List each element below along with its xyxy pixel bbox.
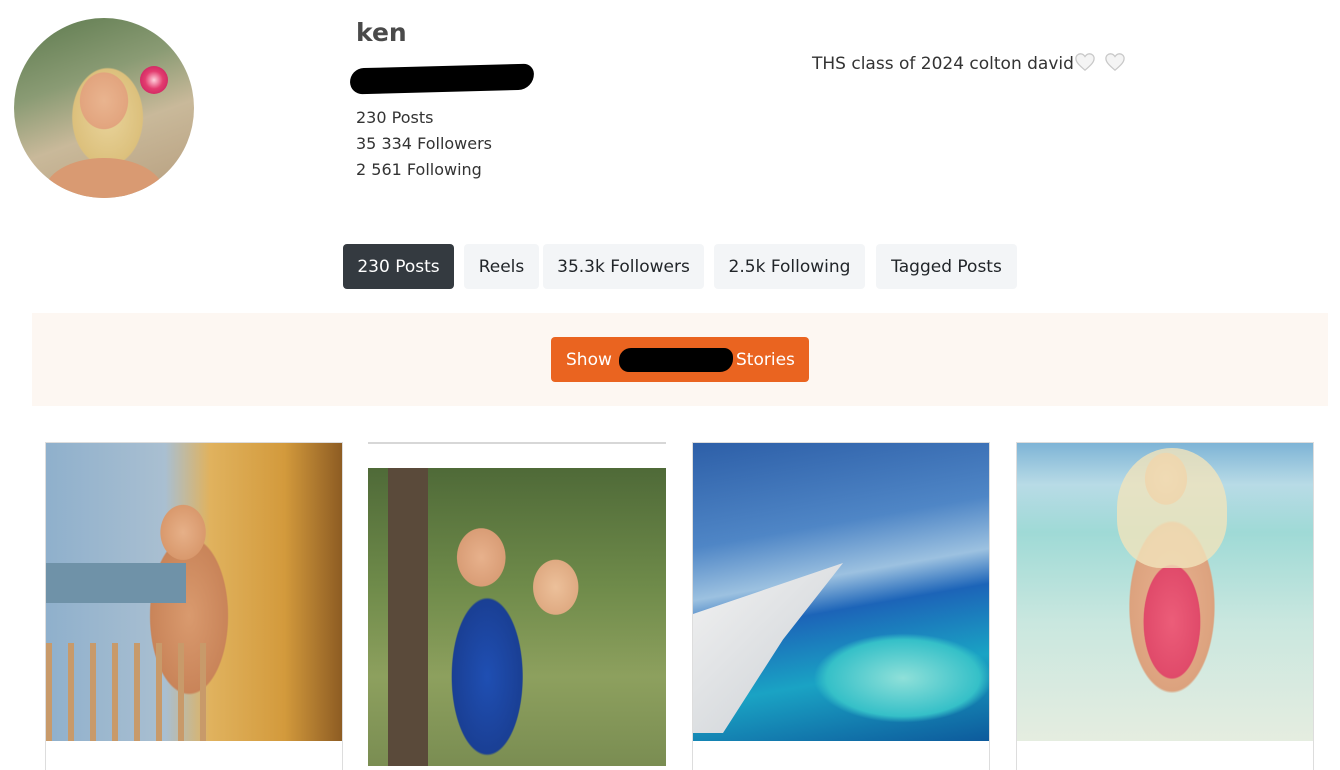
- tab-reels[interactable]: Reels: [464, 244, 539, 289]
- profile-page: ken 230 Posts 35 334 Followers 2 561 Fol…: [0, 0, 1340, 770]
- redacted-handle: [349, 63, 535, 95]
- balcony-railing: [46, 643, 206, 741]
- profile-avatar: [14, 18, 194, 198]
- following-count: 2 561 Following: [356, 160, 482, 179]
- avatar-figure: [44, 158, 164, 198]
- sea-background: [46, 563, 186, 603]
- post-image: [368, 468, 666, 766]
- profile-stats: 230 Posts 35 334 Followers 2 561 Followi…: [356, 108, 492, 186]
- airplane-wing: [693, 563, 843, 733]
- post-image: [46, 443, 342, 741]
- flower-accent: [140, 66, 168, 94]
- tree-trunk: [388, 468, 428, 766]
- followers-count: 35 334 Followers: [356, 134, 493, 153]
- post-card[interactable]: [1016, 442, 1314, 770]
- post-image: [693, 443, 989, 741]
- blonde-hair: [1117, 448, 1227, 568]
- post-card[interactable]: [45, 442, 343, 770]
- heart-outline-icon: [1105, 53, 1126, 72]
- stories-label: Stories: [736, 349, 795, 370]
- post-divider: [368, 442, 666, 444]
- post-card[interactable]: [368, 442, 666, 770]
- profile-bio: THS class of 2024 colton david: [812, 52, 1126, 74]
- post-image: [1017, 443, 1313, 741]
- post-card[interactable]: [692, 442, 990, 770]
- tab-posts[interactable]: 230 Posts: [343, 244, 454, 289]
- show-stories-button[interactable]: Show Stories: [551, 337, 809, 382]
- heart-outline-icon: [1075, 53, 1095, 72]
- tab-tagged-posts[interactable]: Tagged Posts: [876, 244, 1017, 289]
- bio-text: THS class of 2024 colton david: [812, 54, 1074, 74]
- tab-followers[interactable]: 35.3k Followers: [543, 244, 704, 289]
- stories-banner: Show Stories: [32, 313, 1328, 406]
- tab-following[interactable]: 2.5k Following: [714, 244, 865, 289]
- show-label: Show: [566, 349, 612, 370]
- redacted-username: [619, 348, 733, 372]
- profile-username: ken: [356, 18, 407, 47]
- posts-count: 230 Posts: [356, 108, 434, 127]
- island-shoal: [813, 633, 989, 723]
